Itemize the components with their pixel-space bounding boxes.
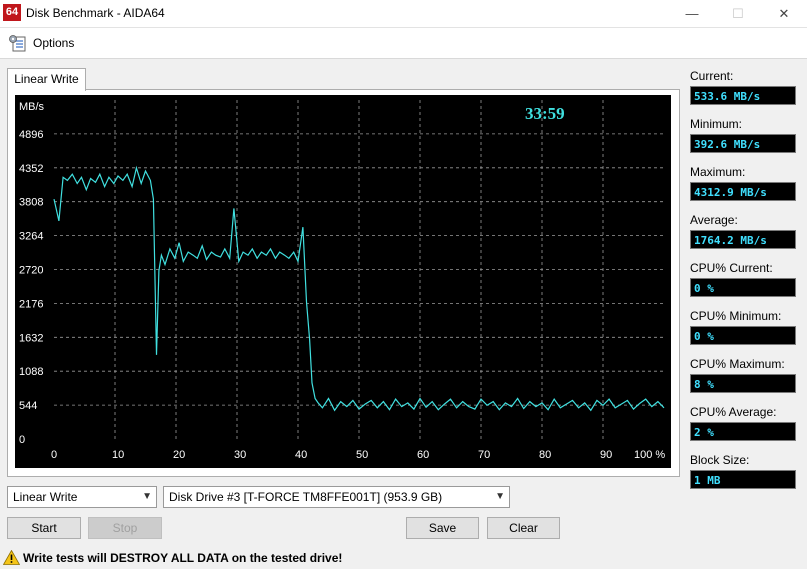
aida64-app-icon: 64: [3, 4, 21, 21]
save-button[interactable]: Save: [406, 517, 479, 539]
chevron-down-icon: ▼: [495, 491, 505, 502]
options-icon[interactable]: [8, 33, 28, 53]
menu-bar: Options: [0, 28, 807, 59]
x-tick-label: 20: [173, 449, 185, 461]
x-tick-label: 60: [417, 449, 429, 461]
stat-value: 2 %: [690, 422, 796, 441]
y-tick-label: 3264: [19, 231, 43, 243]
x-tick-label: 40: [295, 449, 307, 461]
stat-label: CPU% Maximum:: [690, 357, 785, 371]
warning-bar: Write tests will DESTROY ALL DATA on the…: [0, 546, 807, 569]
y-tick-label: 2720: [19, 265, 43, 277]
test-type-select[interactable]: Linear Write ▼: [7, 486, 157, 508]
stat-value: 0 %: [690, 326, 796, 345]
options-menu[interactable]: Options: [33, 36, 74, 50]
stat-value: 392.6 MB/s: [690, 134, 796, 153]
stat-label: CPU% Average:: [690, 405, 777, 419]
maximize-button[interactable]: ☐: [715, 0, 761, 27]
stat-label: Average:: [690, 213, 738, 227]
y-tick-label: 544: [19, 400, 37, 412]
drive-select[interactable]: Disk Drive #3 [T-FORCE TM8FFE001T] (953.…: [163, 486, 510, 508]
close-button[interactable]: ✕: [761, 0, 807, 27]
stat-label: CPU% Minimum:: [690, 309, 782, 323]
chart-timer: 33:59: [525, 104, 565, 123]
window-title: Disk Benchmark - AIDA64: [26, 6, 165, 20]
y-axis-label: MB/s: [19, 101, 45, 113]
test-type-value: Linear Write: [13, 490, 78, 504]
drive-select-value: Disk Drive #3 [T-FORCE TM8FFE001T] (953.…: [169, 490, 443, 504]
y-tick-label: 4352: [19, 163, 43, 175]
y-tick-label: 2176: [19, 298, 43, 310]
stat-label: Current:: [690, 69, 734, 83]
stat-value: 0 %: [690, 278, 796, 297]
chevron-down-icon: ▼: [142, 491, 152, 502]
x-tick-label: 30: [234, 449, 246, 461]
start-button[interactable]: Start: [7, 517, 81, 539]
x-tick-label: 80: [539, 449, 551, 461]
stop-button[interactable]: Stop: [88, 517, 162, 539]
stat-value: 4312.9 MB/s: [690, 182, 796, 201]
stat-value: 533.6 MB/s: [690, 86, 796, 105]
x-tick-label: 50: [356, 449, 368, 461]
minimize-button[interactable]: —: [669, 0, 715, 27]
x-tick-label: 90: [600, 449, 612, 461]
stat-label: CPU% Current:: [690, 261, 773, 275]
benchmark-chart: MB/s 4896 4352 3808 3264 2720 2176 1632 1088 544…: [15, 95, 671, 468]
y-tick-label: 1088: [19, 366, 43, 378]
x-tick-label: 10: [112, 449, 124, 461]
y-tick-label: 3808: [19, 197, 43, 209]
x-tick-label: 100 %: [634, 449, 665, 461]
y-tick-label: 1632: [19, 332, 43, 344]
stat-value: 8 %: [690, 374, 796, 393]
tab-linear-write[interactable]: Linear Write: [7, 68, 86, 91]
stat-label: Block Size:: [690, 453, 750, 467]
stat-value: 1764.2 MB/s: [690, 230, 796, 249]
warning-text: Write tests will DESTROY ALL DATA on the…: [23, 551, 343, 565]
x-tick-label: 70: [478, 449, 490, 461]
stat-label: Maximum:: [690, 165, 746, 179]
chart-svg: MB/s 4896 4352 3808 3264 2720 2176 1632 1088 544…: [19, 100, 665, 461]
stat-label: Minimum:: [690, 117, 743, 131]
stat-value: 1 MB: [690, 470, 796, 489]
x-tick-label: 0: [51, 449, 57, 461]
y-tick-label: 0: [19, 434, 25, 446]
y-tick-label: 4896: [19, 129, 43, 141]
warning-icon: [2, 549, 21, 565]
clear-button[interactable]: Clear: [487, 517, 560, 539]
title-bar: 64 Disk Benchmark - AIDA64 — ☐ ✕: [0, 0, 807, 28]
